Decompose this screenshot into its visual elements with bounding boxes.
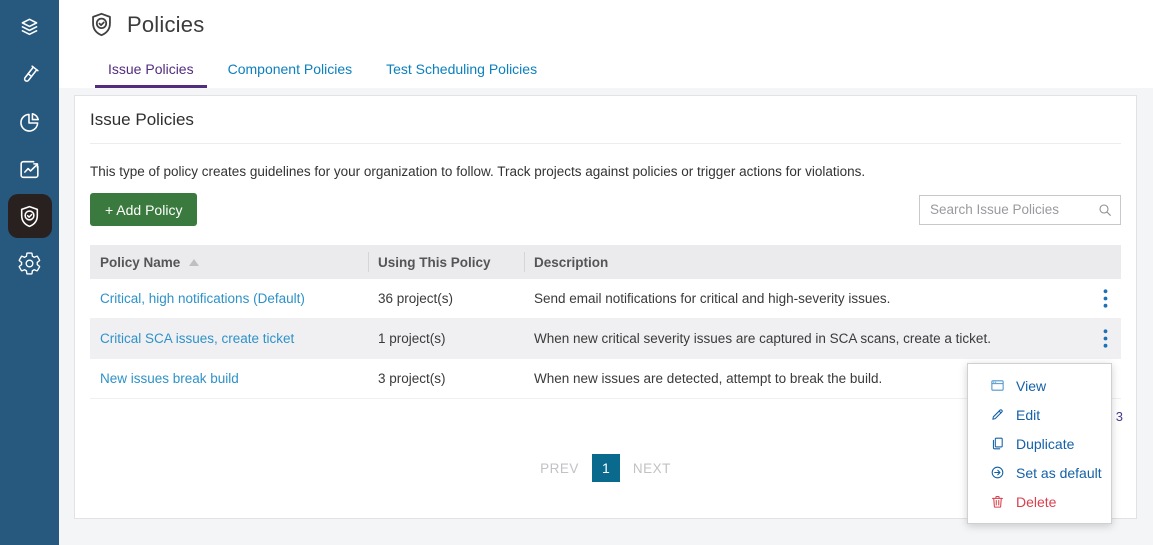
panel-title: Issue Policies: [90, 110, 1121, 144]
kebab-menu-icon: [1103, 289, 1108, 308]
menu-item-duplicate[interactable]: Duplicate: [968, 429, 1111, 458]
menu-item-set-as-default[interactable]: Set as default: [968, 458, 1111, 487]
next-page-button[interactable]: NEXT: [633, 461, 671, 476]
sidebar-item-settings[interactable]: [0, 240, 59, 286]
column-header-actions: [1089, 245, 1121, 279]
using-this-policy-cell: 3 project(s): [368, 371, 524, 386]
row-actions-menu-button[interactable]: [1089, 329, 1121, 348]
add-policy-button[interactable]: + Add Policy: [90, 193, 197, 226]
tab-issue-policies[interactable]: Issue Policies: [95, 61, 207, 88]
trash-icon: [990, 494, 1005, 509]
shield-check-icon: [17, 204, 42, 229]
gear-icon: [17, 251, 42, 276]
policy-name-link[interactable]: Critical SCA issues, create ticket: [90, 331, 368, 346]
policy-name-link[interactable]: Critical, high notifications (Default): [90, 291, 368, 306]
using-this-policy-cell: 1 project(s): [368, 331, 524, 346]
search-input[interactable]: [919, 195, 1121, 225]
row-context-menu: View Edit Duplicate Set as default D: [967, 363, 1112, 524]
test-tube-icon: [17, 63, 42, 88]
kebab-menu-icon: [1103, 329, 1108, 348]
arrow-circle-right-icon: [990, 465, 1005, 480]
using-this-policy-cell: 36 project(s): [368, 291, 524, 306]
policies-shield-icon: [88, 11, 115, 38]
column-header-description[interactable]: Description: [524, 245, 1089, 279]
record-count-fragment: 3: [1116, 409, 1123, 424]
column-header-using-this-policy[interactable]: Using This Policy: [368, 245, 524, 279]
pie-chart-icon: [17, 110, 42, 135]
sidebar-item-tests[interactable]: [0, 52, 59, 98]
table-row: Critical, high notifications (Default) 3…: [90, 279, 1121, 319]
prev-page-button[interactable]: PREV: [540, 461, 579, 476]
tab-bar: Issue Policies Component Policies Test S…: [95, 61, 558, 88]
current-page-button[interactable]: 1: [592, 454, 620, 482]
menu-item-view[interactable]: View: [968, 371, 1111, 400]
search-icon: [1097, 202, 1113, 218]
table-header-row: Policy Name Using This Policy Descriptio…: [90, 245, 1121, 279]
window-icon: [990, 378, 1005, 393]
tab-component-policies[interactable]: Component Policies: [215, 61, 366, 88]
trend-chart-icon: [17, 157, 42, 182]
description-cell: Send email notifications for critical an…: [524, 291, 1089, 306]
panel-description: This type of policy creates guidelines f…: [90, 164, 1121, 179]
sort-ascending-icon: [189, 259, 199, 266]
sidebar: [0, 0, 59, 545]
menu-item-edit[interactable]: Edit: [968, 400, 1111, 429]
sidebar-item-reports[interactable]: [0, 99, 59, 145]
layers-icon: [17, 16, 42, 41]
sidebar-item-policies[interactable]: [8, 194, 52, 238]
policy-name-link[interactable]: New issues break build: [90, 371, 368, 386]
column-header-policy-name[interactable]: Policy Name: [90, 245, 368, 279]
menu-item-delete[interactable]: Delete: [968, 487, 1111, 516]
search-box: [919, 195, 1121, 225]
tab-test-scheduling-policies[interactable]: Test Scheduling Policies: [373, 61, 550, 88]
toolbar: + Add Policy: [90, 193, 1121, 226]
sidebar-item-projects[interactable]: [0, 5, 59, 51]
sidebar-item-analytics[interactable]: [0, 146, 59, 192]
page-header: Policies Issue Policies Component Polici…: [59, 0, 1153, 88]
table-row: Critical SCA issues, create ticket 1 pro…: [90, 319, 1121, 359]
duplicate-icon: [990, 436, 1005, 451]
page-title: Policies: [127, 12, 204, 38]
description-cell: When new critical severity issues are ca…: [524, 331, 1089, 346]
row-actions-menu-button[interactable]: [1089, 289, 1121, 308]
pencil-icon: [990, 407, 1005, 422]
